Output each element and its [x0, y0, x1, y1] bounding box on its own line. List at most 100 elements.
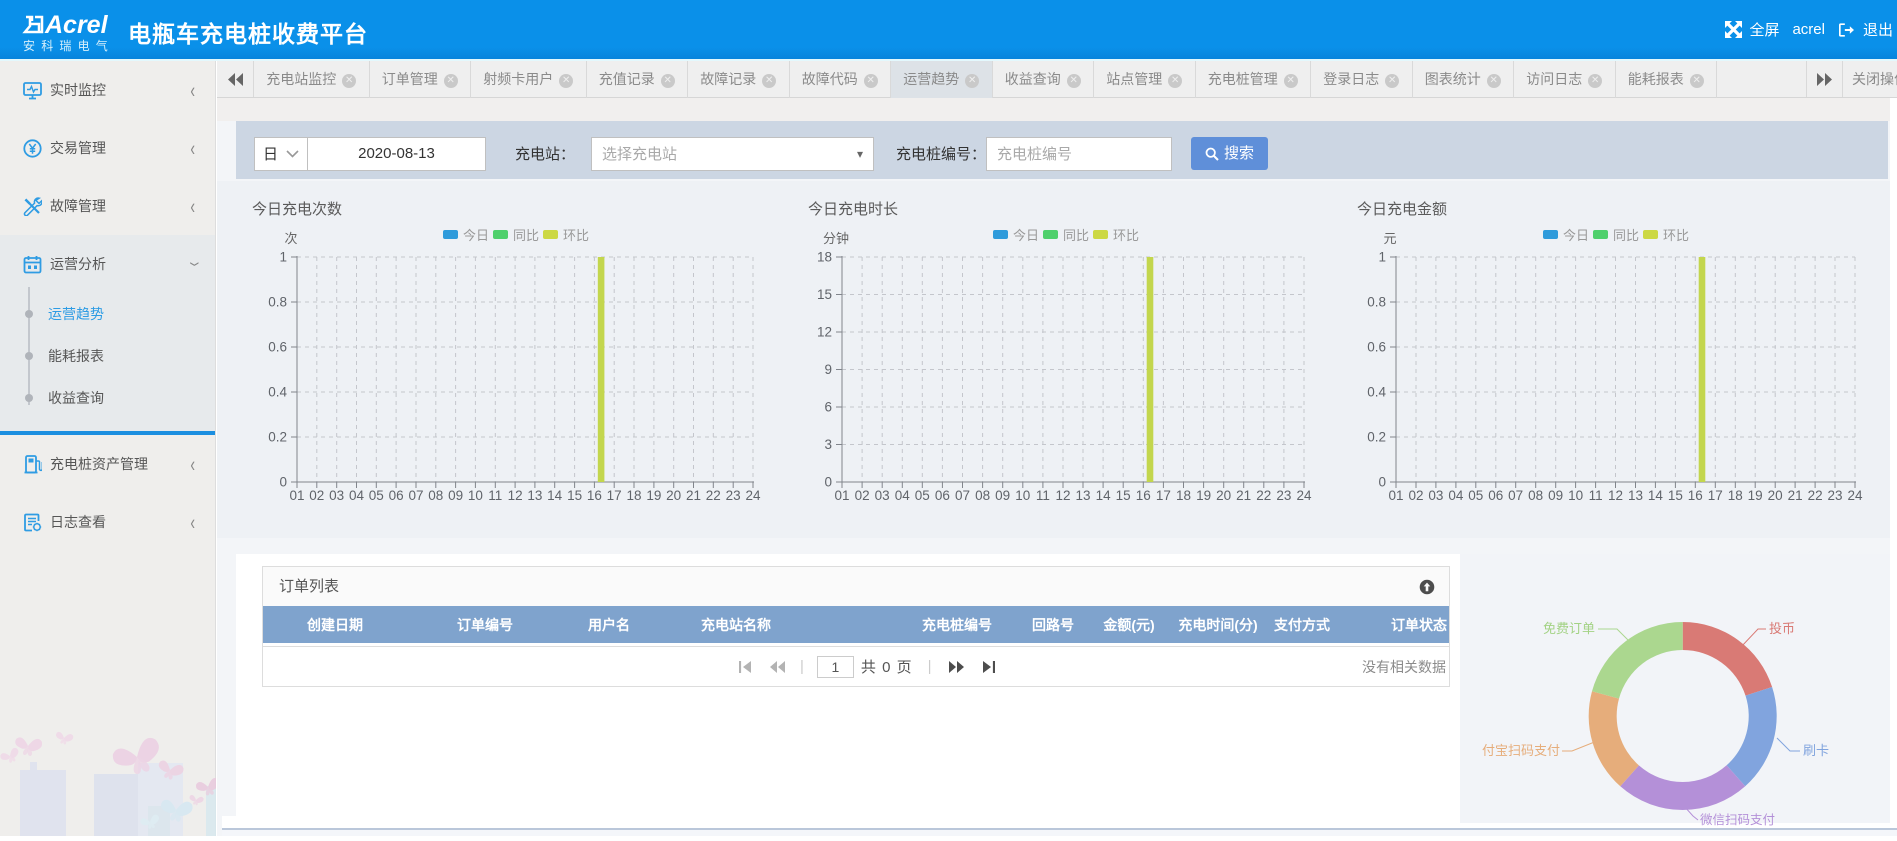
svg-text:01: 01: [289, 488, 304, 503]
svg-text:0: 0: [279, 475, 287, 490]
svg-text:04: 04: [1448, 488, 1464, 503]
svg-text:9: 9: [824, 362, 832, 377]
svg-text:07: 07: [955, 488, 970, 503]
svg-text:15: 15: [1116, 488, 1131, 503]
svg-text:今日充电次数: 今日充电次数: [252, 201, 342, 218]
svg-text:09: 09: [995, 488, 1010, 503]
svg-text:24: 24: [1296, 488, 1312, 503]
svg-text:13: 13: [527, 488, 542, 503]
svg-text:免费订单: 免费订单: [1543, 621, 1595, 636]
svg-text:次: 次: [284, 231, 297, 246]
svg-text:环比: 环比: [1663, 228, 1689, 243]
svg-text:12: 12: [508, 488, 523, 503]
svg-text:同比: 同比: [1613, 228, 1639, 243]
svg-text:12: 12: [1608, 488, 1623, 503]
svg-text:09: 09: [1548, 488, 1563, 503]
svg-text:付宝扫码支付: 付宝扫码支付: [1482, 743, 1560, 758]
svg-text:17: 17: [607, 488, 622, 503]
svg-text:14: 14: [1648, 488, 1664, 503]
svg-text:14: 14: [1096, 488, 1112, 503]
svg-text:07: 07: [408, 488, 423, 503]
svg-text:18: 18: [1728, 488, 1743, 503]
svg-text:今日: 今日: [463, 228, 489, 243]
svg-text:11: 11: [488, 488, 502, 503]
svg-text:12: 12: [817, 325, 832, 340]
svg-text:14: 14: [547, 488, 563, 503]
svg-text:元: 元: [1383, 231, 1396, 246]
svg-text:22: 22: [1256, 488, 1271, 503]
svg-text:11: 11: [1589, 488, 1603, 503]
svg-text:0.2: 0.2: [1367, 430, 1386, 445]
svg-text:环比: 环比: [1113, 228, 1139, 243]
svg-text:投币: 投币: [1769, 621, 1795, 636]
svg-text:03: 03: [329, 488, 344, 503]
svg-text:19: 19: [646, 488, 661, 503]
svg-text:02: 02: [855, 488, 870, 503]
svg-text:22: 22: [1808, 488, 1823, 503]
svg-text:分钟: 分钟: [823, 231, 849, 246]
svg-text:17: 17: [1156, 488, 1171, 503]
svg-text:24: 24: [1847, 488, 1863, 503]
svg-text:18: 18: [626, 488, 641, 503]
svg-text:刷卡: 刷卡: [1803, 743, 1829, 758]
svg-text:15: 15: [567, 488, 582, 503]
svg-text:05: 05: [1468, 488, 1483, 503]
svg-text:21: 21: [1788, 488, 1803, 503]
svg-text:23: 23: [726, 488, 741, 503]
svg-text:20: 20: [1216, 488, 1231, 503]
svg-text:10: 10: [1568, 488, 1583, 503]
svg-text:16: 16: [1136, 488, 1151, 503]
svg-text:04: 04: [895, 488, 911, 503]
svg-text:今日: 今日: [1013, 228, 1039, 243]
svg-text:11: 11: [1036, 488, 1050, 503]
svg-text:0.2: 0.2: [268, 430, 287, 445]
svg-text:05: 05: [369, 488, 384, 503]
svg-text:12: 12: [1055, 488, 1070, 503]
svg-text:01: 01: [1388, 488, 1403, 503]
svg-text:17: 17: [1708, 488, 1723, 503]
svg-text:1: 1: [279, 250, 287, 265]
svg-text:19: 19: [1196, 488, 1211, 503]
svg-text:09: 09: [448, 488, 463, 503]
svg-text:06: 06: [1488, 488, 1503, 503]
svg-text:23: 23: [1276, 488, 1291, 503]
svg-text:06: 06: [389, 488, 404, 503]
svg-text:24: 24: [745, 488, 761, 503]
svg-text:05: 05: [915, 488, 930, 503]
svg-text:微信扫码支付: 微信扫码支付: [1700, 813, 1775, 827]
svg-text:02: 02: [1408, 488, 1423, 503]
svg-text:0.4: 0.4: [1367, 385, 1386, 400]
svg-text:1: 1: [1378, 250, 1386, 265]
svg-text:06: 06: [935, 488, 950, 503]
svg-text:02: 02: [309, 488, 324, 503]
svg-text:03: 03: [875, 488, 890, 503]
svg-text:同比: 同比: [513, 228, 539, 243]
svg-text:同比: 同比: [1063, 228, 1089, 243]
svg-text:16: 16: [587, 488, 602, 503]
svg-text:10: 10: [1015, 488, 1030, 503]
svg-text:Acrel: Acrel: [44, 11, 109, 39]
svg-text:23: 23: [1827, 488, 1842, 503]
svg-text:15: 15: [1668, 488, 1683, 503]
svg-text:01: 01: [834, 488, 849, 503]
svg-text:07: 07: [1508, 488, 1523, 503]
svg-text:0.8: 0.8: [1367, 295, 1386, 310]
svg-text:18: 18: [817, 250, 832, 265]
svg-text:08: 08: [428, 488, 443, 503]
svg-text:18: 18: [1176, 488, 1191, 503]
svg-text:21: 21: [686, 488, 701, 503]
svg-text:0.8: 0.8: [268, 295, 287, 310]
svg-text:20: 20: [1768, 488, 1783, 503]
svg-text:今日充电时长: 今日充电时长: [808, 201, 898, 218]
svg-text:安科瑞电气: 安科瑞电气: [23, 38, 114, 52]
svg-text:3: 3: [824, 437, 832, 452]
svg-text:08: 08: [975, 488, 990, 503]
svg-text:13: 13: [1628, 488, 1643, 503]
svg-text:22: 22: [706, 488, 721, 503]
svg-text:0: 0: [824, 475, 832, 490]
svg-text:03: 03: [1428, 488, 1443, 503]
svg-text:16: 16: [1688, 488, 1703, 503]
svg-text:今日: 今日: [1563, 228, 1589, 243]
svg-text:08: 08: [1528, 488, 1543, 503]
svg-text:6: 6: [824, 400, 832, 415]
